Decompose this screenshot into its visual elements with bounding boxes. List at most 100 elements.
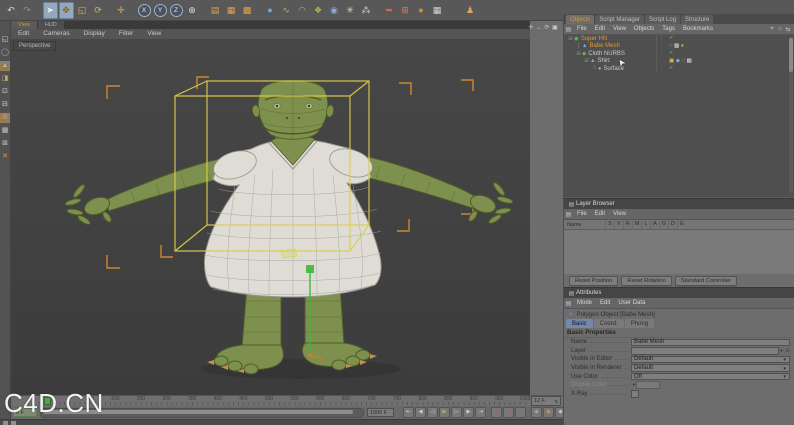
texture-tag-icon[interactable]: ▩ [686,58,691,66]
scrollbar-thumb[interactable] [789,38,793,72]
visibility-dots-icon[interactable]: ⁚ [656,50,666,58]
toolbar-icon[interactable] [256,2,262,19]
selection-mask-icon[interactable]: ⊠ [0,139,10,149]
goto-start-button[interactable]: ⇤ [403,407,414,418]
add-primitive-icon[interactable]: ● [263,2,278,19]
viewport-canvas[interactable]: Perspective [11,39,530,395]
object-label[interactable]: Shirt [597,58,609,64]
layer-clear-icon[interactable]: ⊘ [785,348,790,354]
end-frame-field[interactable]: 1000 F [367,408,394,417]
render-view-icon[interactable]: ▤ [208,2,223,19]
layout-icon[interactable]: ▦ [430,2,445,19]
points-mode-icon[interactable]: ⊡ [0,87,10,97]
object-label[interactable]: Babe Mesh [589,43,619,49]
layer-list[interactable] [564,230,794,274]
tab-phong[interactable]: Phong [624,319,655,328]
record-options-button[interactable]: ◐ [515,407,526,418]
expand-icon[interactable]: ⊟ [567,36,574,42]
enabled-check-icon[interactable]: ✓ [669,35,674,43]
texture-tag-icon[interactable]: ▩ [674,43,679,51]
sky-object-icon[interactable]: ● [414,2,429,19]
make-editable-icon[interactable]: ◱ [0,35,10,45]
autokey-button[interactable]: ● [503,407,514,418]
attr-menu-mode[interactable]: Mode [573,298,596,308]
name-field[interactable]: Babe Mesh [631,338,790,347]
render-settings-icon[interactable]: ▩ [240,2,255,19]
tab-structure[interactable]: Structure [681,15,714,24]
home-icon[interactable]: ⌂ [776,26,784,33]
current-frame-field[interactable]: 12 F ⇅ [531,396,561,406]
snap-settings-icon[interactable]: ✕ [0,152,10,162]
add-modeling-icon[interactable]: ❖ [311,2,326,19]
prev-key-button[interactable]: ◀ [415,407,426,418]
use-color-dropdown[interactable]: Off ▼ [631,372,790,381]
selection-tag-icon[interactable]: ∷ [681,58,685,66]
add-instance-icon[interactable]: ✳ [343,2,358,19]
vp-menu-edit[interactable]: Edit [11,29,36,39]
texture-axis-icon[interactable]: ▦ [0,126,10,136]
render-region-icon[interactable]: ▦ [224,2,239,19]
spreadsheet-icon[interactable]: ⊞ [398,2,413,19]
add-spline-icon[interactable]: ∿ [279,2,294,19]
om-menu-edit[interactable]: Edit [591,24,609,34]
vp-menu-view[interactable]: View [140,29,168,39]
viewport-tab-hud[interactable]: HUD [37,21,64,29]
swap-icon[interactable]: ⇆ [784,26,792,33]
visibility-dots-icon[interactable]: ⁚ [656,42,666,50]
cloth-tag-icon[interactable]: ◆ [676,58,680,66]
tab-basic[interactable]: Basic [566,319,593,328]
om-menu-tags[interactable]: Tags [658,24,679,34]
object-label[interactable]: Cloth NURBS [588,51,625,57]
xray-checkbox[interactable] [631,389,639,398]
z-axis-lock-icon[interactable]: Z [169,3,183,17]
character-icon[interactable]: ♟ [463,2,478,19]
om-menu-objects[interactable]: Objects [630,24,658,34]
tab-coord[interactable]: Coord. [593,319,624,328]
vp-menu-filter[interactable]: Filter [112,29,140,39]
camera-label[interactable]: Perspective [13,41,57,51]
spinner-icon[interactable]: ⇅ [554,397,558,405]
object-axis-icon[interactable]: ▲ [0,60,10,71]
visibility-dots-icon[interactable]: ⁚ [656,65,666,73]
key-tool-icon[interactable]: ➥ [382,2,397,19]
highlight-tag-icon[interactable]: ▣ [669,58,674,66]
visible-editor-dropdown[interactable]: Default ▼ [631,355,790,364]
materials-icon[interactable] [3,421,8,425]
texture-mode-icon[interactable]: ◨ [0,74,10,84]
reset-rotation-button[interactable]: Reset Rotation [621,275,672,286]
rotate-tool-icon[interactable]: ⟳ [91,2,106,19]
tab-objects[interactable]: Objects [566,15,595,24]
tree-row-babe-mesh[interactable]: │ ▲ Babe Mesh ⁚ ∷ ▩ ● [564,42,794,51]
model-mode-icon[interactable]: ◯ [0,48,10,58]
pan-view-icon[interactable]: ✛ [527,24,535,32]
toolbar-icon[interactable] [201,2,207,19]
add-nurbs-icon[interactable]: ◠ [295,2,310,19]
attr-menu-edit[interactable]: Edit [596,298,614,308]
layer-field[interactable] [631,347,779,355]
toolbar-icon[interactable] [446,2,462,19]
next-frame-button[interactable]: ▷ [451,407,462,418]
play-button[interactable]: ▶ [439,407,450,418]
lb-menu-edit[interactable]: Edit [591,209,609,219]
reset-position-button[interactable]: Reset Position [569,275,619,286]
redo-icon[interactable]: ↷ [20,2,35,19]
visible-renderer-dropdown[interactable]: Default ▼ [631,364,790,372]
x-axis-lock-icon[interactable]: X [137,3,151,17]
zoom-view-icon[interactable]: ↔ [535,24,543,32]
visibility-dots-icon[interactable] [656,57,666,65]
expand-icon[interactable]: ⊟ [575,51,582,57]
vp-menu-cameras[interactable]: Cameras [36,29,76,39]
rotate-view-icon[interactable]: ⟳ [543,24,551,32]
goto-end-button[interactable]: ⇥ [475,407,486,418]
materials-menu-icon[interactable] [11,421,16,425]
scale-tool-icon[interactable]: ◱ [75,2,90,19]
record-scale-toggle[interactable]: ◆ [543,407,554,418]
selection-tag-icon[interactable]: ∷ [669,43,673,51]
visibility-dots-icon[interactable]: ⁚ [656,35,666,43]
tree-row-shirt[interactable]: ⊟ ▲ Shirt ▣ ◆ ∷ ▩ [564,57,794,66]
attr-menu-userdata[interactable]: User Data [614,298,649,308]
y-axis-lock-icon[interactable]: Y [153,3,167,17]
toolbar-icon[interactable] [375,2,381,19]
move-tool-icon[interactable]: ✥ [58,1,74,19]
coord-system-icon[interactable]: ⊕ [185,2,200,19]
